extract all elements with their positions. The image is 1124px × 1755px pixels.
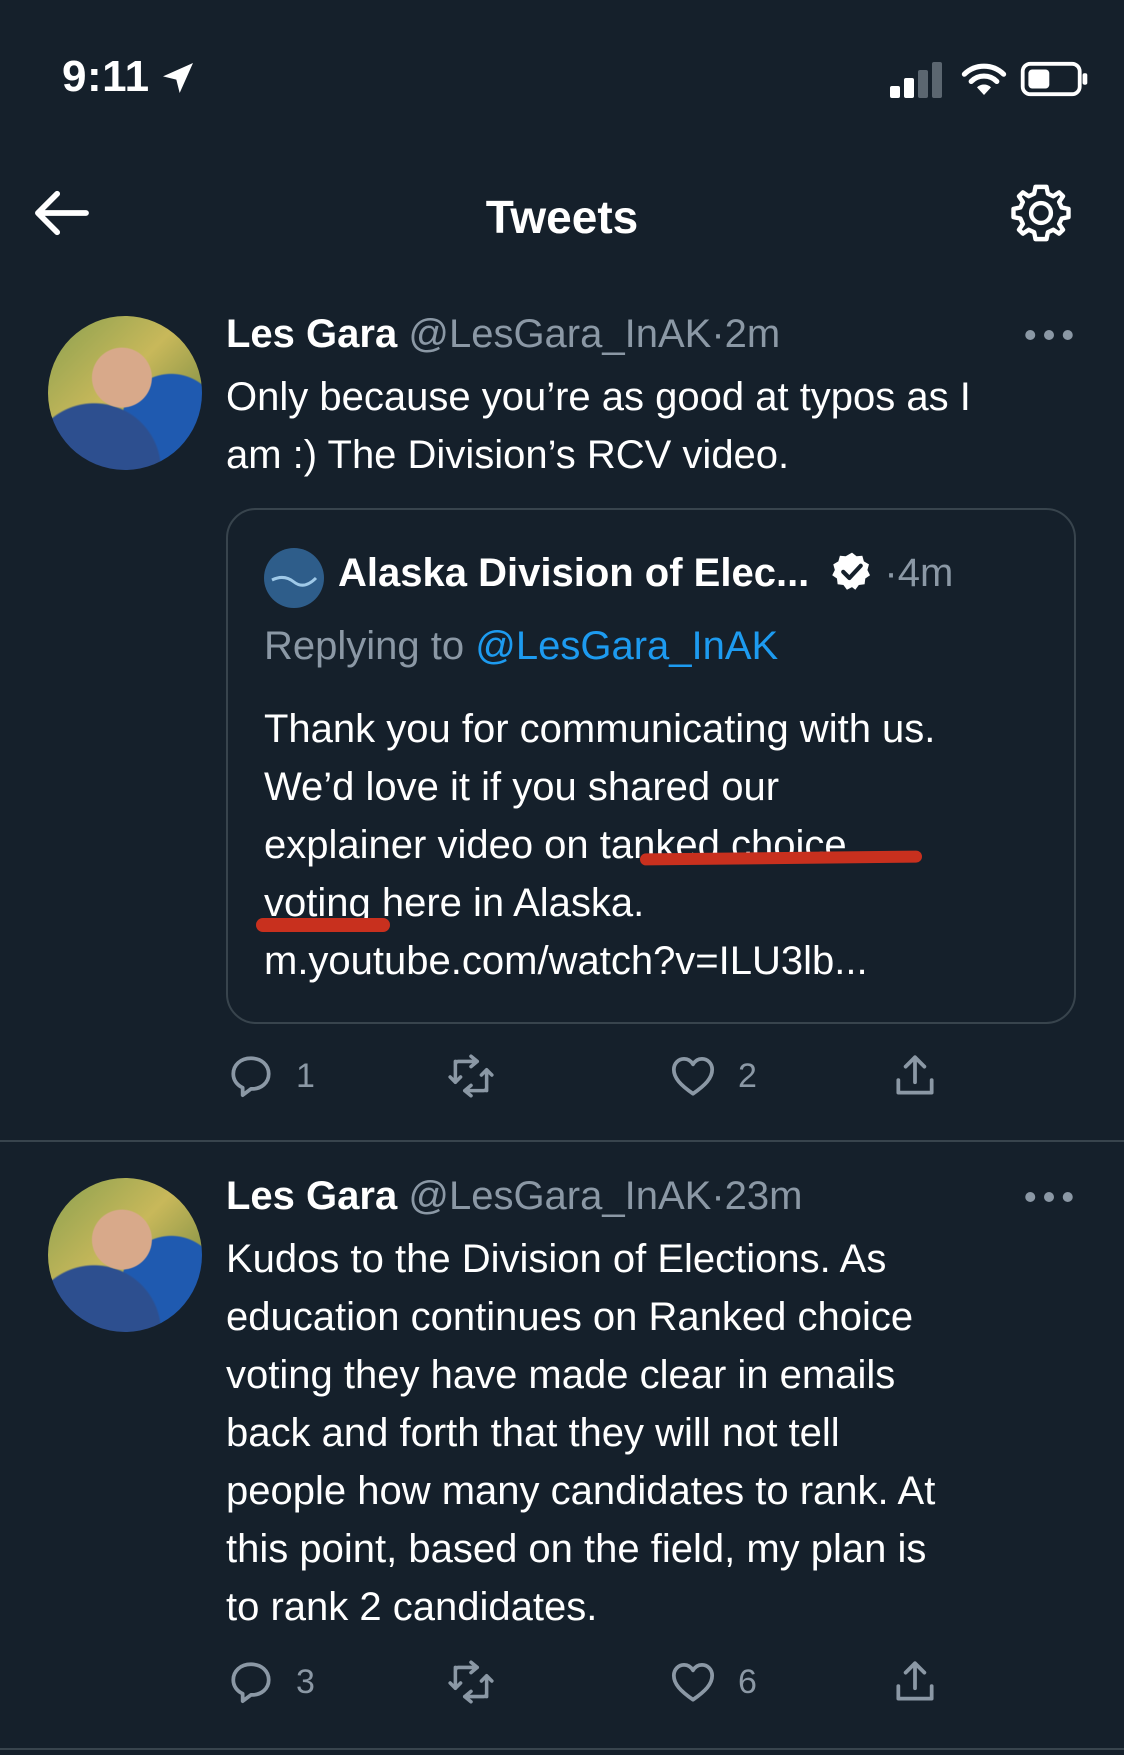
more-icon[interactable] xyxy=(1024,328,1074,342)
replying-handle-link[interactable]: @LesGara_InAK xyxy=(475,624,778,668)
tweet-divider xyxy=(0,1748,1124,1750)
tweet-meta: Les Gara @LesGara_InAK·2m xyxy=(226,312,780,357)
author-handle[interactable]: @LesGara_InAK xyxy=(408,312,711,356)
quoted-author-name[interactable]: Alaska Division of Elec... xyxy=(338,551,809,595)
share-button[interactable] xyxy=(890,1046,940,1106)
retweet-icon xyxy=(448,1054,494,1098)
author-handle[interactable]: @LesGara_InAK xyxy=(408,1174,711,1218)
wifi-icon xyxy=(961,63,1007,95)
like-icon xyxy=(671,1057,715,1096)
meta-separator: · xyxy=(711,312,725,356)
status-time: 9:11 xyxy=(62,52,150,101)
quoted-tweet-text: Thank you for communicating with us. We’… xyxy=(264,707,936,983)
replying-prefix: Replying to xyxy=(264,624,465,668)
like-count: 2 xyxy=(738,1056,757,1095)
reply-icon xyxy=(231,1056,271,1098)
tweet-meta: Les Gara @LesGara_InAK·23m xyxy=(226,1174,802,1219)
retweet-button[interactable] xyxy=(446,1046,516,1106)
retweet-button[interactable] xyxy=(446,1652,516,1712)
reply-button[interactable]: 3 xyxy=(226,1652,315,1712)
reply-count: 1 xyxy=(296,1056,315,1095)
red-underline-annotation xyxy=(256,918,390,932)
tweet-timestamp[interactable]: 2m xyxy=(725,312,781,356)
share-icon xyxy=(896,1055,934,1095)
avatar[interactable] xyxy=(48,316,202,470)
quoted-timestamp[interactable]: 4m xyxy=(898,551,954,595)
reply-count: 3 xyxy=(296,1662,315,1701)
share-icon xyxy=(896,1661,934,1701)
tweet-text: Kudos to the Division of Elections. As e… xyxy=(226,1237,936,1629)
gear-icon[interactable] xyxy=(1008,180,1074,246)
meta-separator: · xyxy=(711,1174,725,1218)
like-icon xyxy=(671,1663,715,1702)
meta-separator: · xyxy=(884,551,898,595)
more-icon[interactable] xyxy=(1024,1190,1074,1204)
quoted-avatar[interactable] xyxy=(264,548,324,608)
quoted-meta: Alaska Division of Elec... ·4m xyxy=(338,550,953,596)
like-button[interactable]: 6 xyxy=(668,1652,757,1712)
share-button[interactable] xyxy=(890,1652,940,1712)
author-name[interactable]: Les Gara xyxy=(226,312,397,356)
reply-button[interactable]: 1 xyxy=(226,1046,315,1106)
battery-icon xyxy=(1020,61,1088,97)
replying-to: Replying to @LesGara_InAK xyxy=(264,624,778,669)
avatar[interactable] xyxy=(48,1178,202,1332)
wave-logo-icon xyxy=(271,575,318,587)
author-name[interactable]: Les Gara xyxy=(226,1174,397,1218)
signal-icon xyxy=(890,62,942,98)
location-arrow-icon xyxy=(163,63,193,93)
tweet-divider xyxy=(0,1140,1124,1142)
retweet-icon xyxy=(448,1660,494,1704)
like-count: 6 xyxy=(738,1662,757,1701)
tweet-text: Only because you’re as good at typos as … xyxy=(226,375,971,477)
reply-icon xyxy=(231,1662,271,1704)
page-title: Tweets xyxy=(485,191,639,243)
like-button[interactable]: 2 xyxy=(668,1046,757,1106)
verified-icon xyxy=(832,552,871,590)
tweet-timestamp[interactable]: 23m xyxy=(725,1174,803,1218)
